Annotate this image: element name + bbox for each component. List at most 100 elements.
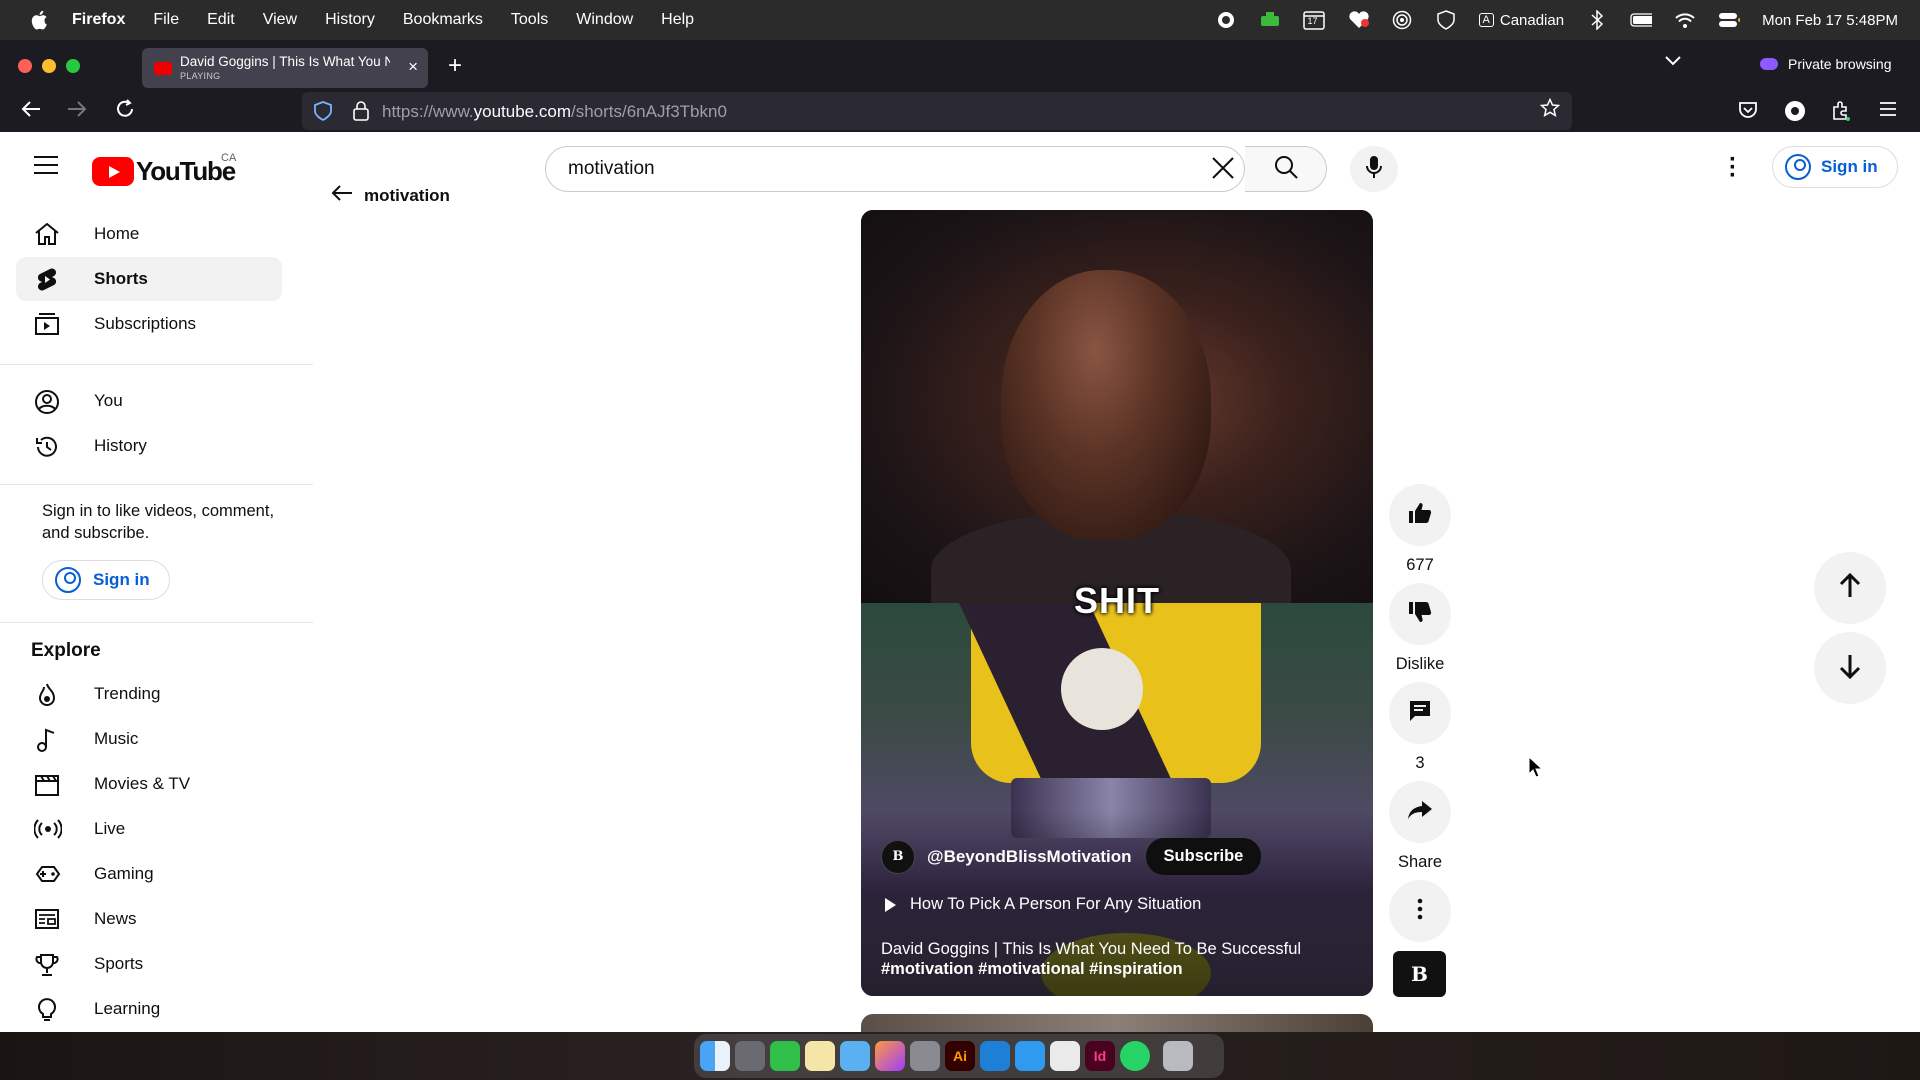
- sidebar-item-live[interactable]: Live: [16, 807, 282, 851]
- sidebar-item-learning[interactable]: Learning: [16, 987, 282, 1031]
- private-mask-icon: [1760, 58, 1778, 70]
- related-video-link[interactable]: How To Pick A Person For Any Situation: [885, 895, 1201, 914]
- close-tab-icon[interactable]: ×: [408, 57, 418, 77]
- reload-icon[interactable]: [114, 98, 136, 126]
- next-short-button[interactable]: [1814, 632, 1886, 704]
- close-window-button[interactable]: [18, 59, 32, 73]
- previous-short-button[interactable]: [1814, 552, 1886, 624]
- input-source[interactable]: A Canadian: [1478, 12, 1564, 29]
- system-settings-icon[interactable]: [910, 1041, 940, 1071]
- share-button[interactable]: [1389, 781, 1451, 843]
- channel-handle[interactable]: @BeyondBlissMotivation: [927, 847, 1132, 867]
- subscribe-button[interactable]: Subscribe: [1145, 838, 1262, 875]
- sidebar-item-you[interactable]: You: [16, 379, 282, 423]
- more-options-button[interactable]: [1389, 880, 1451, 942]
- clear-search-icon[interactable]: [1210, 155, 1236, 188]
- minimize-window-button[interactable]: [42, 59, 56, 73]
- menu-app-firefox[interactable]: Firefox: [72, 11, 125, 29]
- short-hashtags[interactable]: #motivation #motivational #inspiration: [881, 960, 1183, 979]
- sidebar-item-movies-tv[interactable]: Movies & TV: [16, 762, 282, 806]
- shield-app-icon[interactable]: [1435, 10, 1457, 30]
- sign-in-button[interactable]: Sign in: [1772, 146, 1898, 188]
- url-text[interactable]: https://www.youtube.com/shorts/6nAJf3Tbk…: [382, 102, 727, 122]
- finder-icon[interactable]: [700, 1041, 730, 1071]
- wifi-icon[interactable]: [1674, 11, 1696, 29]
- menu-file[interactable]: File: [153, 11, 179, 29]
- account-circle-icon: [1785, 154, 1811, 180]
- facetime-icon[interactable]: [770, 1041, 800, 1071]
- illustrator-icon[interactable]: Ai: [945, 1041, 975, 1071]
- next-short-preview[interactable]: [861, 1014, 1373, 1032]
- whatsapp-icon[interactable]: [1120, 1041, 1150, 1071]
- dislike-button[interactable]: [1389, 583, 1451, 645]
- launchpad-icon[interactable]: [735, 1041, 765, 1071]
- search-input[interactable]: motivation: [568, 158, 655, 180]
- sidebar-item-history[interactable]: History: [16, 424, 282, 468]
- active-tab[interactable]: David Goggins | This Is What You Need To…: [142, 48, 428, 88]
- sidebar-item-trending[interactable]: Trending: [16, 672, 282, 716]
- list-tabs-chevron-icon[interactable]: [1664, 54, 1682, 72]
- like-count: 677: [1406, 556, 1434, 574]
- menu-window[interactable]: Window: [576, 11, 633, 29]
- tracking-protection-shield-icon[interactable]: [314, 101, 332, 122]
- battery-icon[interactable]: [1630, 11, 1653, 29]
- settings-more-vert-icon[interactable]: · · ·: [1728, 148, 1738, 188]
- search-button[interactable]: [1245, 146, 1327, 192]
- green-app-icon[interactable]: [1259, 11, 1281, 29]
- zoom-window-button[interactable]: [66, 59, 80, 73]
- trash-icon[interactable]: [1163, 1041, 1193, 1071]
- sidebar-item-gaming[interactable]: Gaming: [16, 852, 282, 896]
- vscode-icon[interactable]: [980, 1041, 1010, 1071]
- back-arrow-icon[interactable]: [20, 98, 42, 126]
- clock[interactable]: Mon Feb 17 5:48PM: [1762, 12, 1898, 29]
- control-center-icon[interactable]: [1718, 11, 1741, 29]
- firefox-icon[interactable]: [875, 1041, 905, 1071]
- youtube-logo[interactable]: YouTube CA: [92, 152, 236, 187]
- sidebar-item-home[interactable]: Home: [16, 212, 282, 256]
- like-button[interactable]: [1389, 484, 1451, 546]
- comments-button[interactable]: [1389, 682, 1451, 744]
- indesign-icon[interactable]: Id: [1085, 1041, 1115, 1071]
- app-store-icon[interactable]: [1015, 1041, 1045, 1071]
- menu-edit[interactable]: Edit: [207, 11, 235, 29]
- app-menu-hamburger-icon[interactable]: [1878, 100, 1898, 123]
- sidebar-item-shorts[interactable]: Shorts: [16, 257, 282, 301]
- menu-help[interactable]: Help: [661, 11, 694, 29]
- forward-arrow-icon[interactable]: [66, 98, 88, 126]
- back-to-search-button[interactable]: motivation: [330, 184, 450, 207]
- notes-icon[interactable]: [805, 1041, 835, 1071]
- guide-menu-icon[interactable]: [34, 156, 58, 174]
- bluetooth-icon[interactable]: [1586, 10, 1608, 30]
- menu-bookmarks[interactable]: Bookmarks: [403, 11, 483, 29]
- apple-icon[interactable]: [24, 0, 54, 40]
- extensions-puzzle-icon[interactable]: [1830, 100, 1852, 127]
- pocket-icon[interactable]: [1738, 100, 1758, 125]
- calendar-dock-icon[interactable]: [1050, 1041, 1080, 1071]
- new-tab-button[interactable]: +: [448, 52, 462, 80]
- maps-icon[interactable]: [840, 1041, 870, 1071]
- account-icon[interactable]: [1784, 100, 1806, 127]
- lock-icon[interactable]: [352, 101, 370, 121]
- channel-thumbnail[interactable]: B: [1393, 951, 1446, 997]
- heart-app-icon[interactable]: [1347, 11, 1369, 29]
- menu-history[interactable]: History: [325, 11, 375, 29]
- menu-view[interactable]: View: [263, 11, 297, 29]
- sidebar-sign-in-button[interactable]: Sign in: [42, 560, 170, 600]
- history-icon: [34, 434, 60, 458]
- short-video-player[interactable]: SHIT B @BeyondBlissMotivation Subscribe …: [861, 210, 1373, 996]
- sidebar-item-music[interactable]: Music: [16, 717, 282, 761]
- sidebar-item-subscriptions[interactable]: Subscriptions: [16, 302, 282, 346]
- sidebar-item-news[interactable]: News: [16, 897, 282, 941]
- sidebar-item-sports[interactable]: Sports: [16, 942, 282, 986]
- channel-avatar[interactable]: B: [881, 839, 915, 874]
- voice-search-button[interactable]: [1350, 146, 1398, 192]
- bookmark-star-icon[interactable]: [1539, 97, 1561, 124]
- menu-tools[interactable]: Tools: [511, 11, 548, 29]
- address-bar[interactable]: https://www.youtube.com/shorts/6nAJf3Tbk…: [302, 92, 1572, 130]
- airdrop-icon[interactable]: [1391, 10, 1413, 30]
- short-title[interactable]: David Goggins | This Is What You Need To…: [881, 938, 1361, 960]
- calendar-icon[interactable]: 17: [1302, 11, 1325, 30]
- url-domain: youtube.com: [473, 102, 571, 121]
- record-icon[interactable]: [1215, 11, 1237, 29]
- comment-icon: [1408, 699, 1432, 728]
